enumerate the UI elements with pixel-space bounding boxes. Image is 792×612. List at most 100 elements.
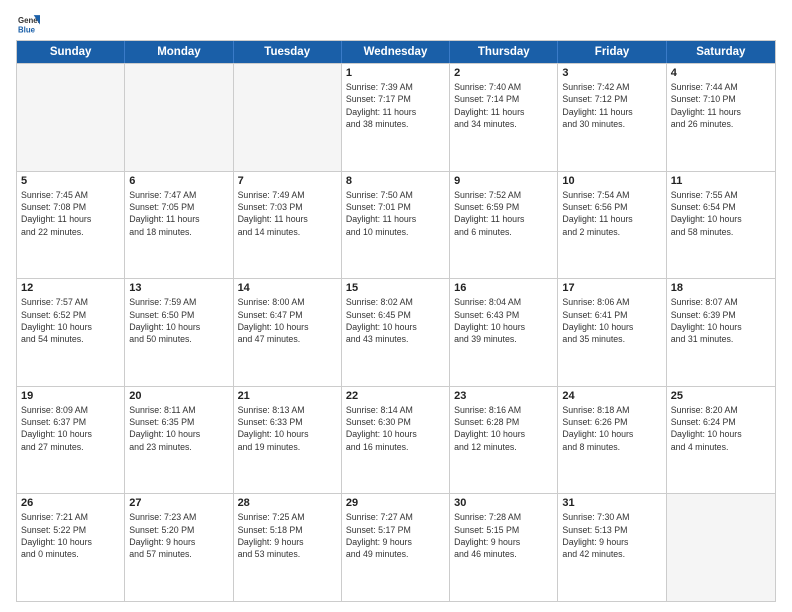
logo-icon: General Blue: [18, 12, 40, 34]
day-info: Sunrise: 7:27 AMSunset: 5:17 PMDaylight:…: [346, 511, 445, 560]
day-number: 20: [129, 390, 228, 402]
day-cell-13: 13Sunrise: 7:59 AMSunset: 6:50 PMDayligh…: [125, 279, 233, 386]
day-number: 8: [346, 175, 445, 187]
week-row-4: 19 Sunrise: 8:09 AMSunset: 6:37 PMDayligh…: [17, 386, 775, 494]
day-number: 5: [21, 175, 120, 187]
day-number: 18: [671, 282, 771, 294]
day-cell-1: 1Sunrise: 7:39 AMSunset: 7:17 PMDaylight…: [342, 64, 450, 171]
day-cell-empty: [667, 494, 775, 601]
day-number: 19: [21, 390, 120, 402]
day-number: 26: [21, 497, 120, 509]
day-cell-22: 22Sunrise: 8:14 AMSunset: 6:30 PMDayligh…: [342, 387, 450, 494]
day-info: Sunrise: 7:25 AMSunset: 5:18 PMDaylight:…: [238, 511, 337, 560]
day-number: 15: [346, 282, 445, 294]
day-cell-8: 8 Sunrise: 7:50 AMSunset: 7:01 PMDaylight…: [342, 172, 450, 279]
day-info: Sunrise: 7:23 AMSunset: 5:20 PMDaylight:…: [129, 511, 228, 560]
day-cell-27: 27 Sunrise: 7:23 AMSunset: 5:20 PMDayligh…: [125, 494, 233, 601]
day-number: 28: [238, 497, 337, 509]
day-cell-empty: [234, 64, 342, 171]
header-day-sunday: Sunday: [17, 41, 125, 63]
day-info: Sunrise: 7:28 AMSunset: 5:15 PMDaylight:…: [454, 511, 553, 560]
day-info: Sunrise: 8:20 AMSunset: 6:24 PMDaylight:…: [671, 404, 771, 453]
day-cell-19: 19 Sunrise: 8:09 AMSunset: 6:37 PMDayligh…: [17, 387, 125, 494]
day-cell-30: 30 Sunrise: 7:28 AMSunset: 5:15 PMDayligh…: [450, 494, 558, 601]
week-row-3: 12 Sunrise: 7:57 AMSunset: 6:52 PMDayligh…: [17, 278, 775, 386]
day-number: 16: [454, 282, 553, 294]
day-cell-10: 10 Sunrise: 7:54 AMSunset: 6:56 PMDayligh…: [558, 172, 666, 279]
day-cell-6: 6Sunrise: 7:47 AMSunset: 7:05 PMDaylight…: [125, 172, 233, 279]
logo: General Blue: [16, 12, 42, 34]
day-number: 24: [562, 390, 661, 402]
day-cell-2: 2 Sunrise: 7:40 AMSunset: 7:14 PMDaylight…: [450, 64, 558, 171]
day-info: Sunrise: 7:47 AMSunset: 7:05 PMDaylight:…: [129, 189, 228, 238]
day-cell-15: 15 Sunrise: 8:02 AMSunset: 6:45 PMDayligh…: [342, 279, 450, 386]
day-cell-11: 11Sunrise: 7:55 AMSunset: 6:54 PMDayligh…: [667, 172, 775, 279]
day-cell-3: 3Sunrise: 7:42 AMSunset: 7:12 PMDaylight…: [558, 64, 666, 171]
header-day-wednesday: Wednesday: [342, 41, 450, 63]
day-number: 1: [346, 67, 445, 79]
day-cell-14: 14 Sunrise: 8:00 AMSunset: 6:47 PMDayligh…: [234, 279, 342, 386]
day-cell-9: 9 Sunrise: 7:52 AMSunset: 6:59 PMDaylight…: [450, 172, 558, 279]
header-day-thursday: Thursday: [450, 41, 558, 63]
header-day-tuesday: Tuesday: [234, 41, 342, 63]
day-info: Sunrise: 7:50 AMSunset: 7:01 PMDaylight:…: [346, 189, 445, 238]
header-day-monday: Monday: [125, 41, 233, 63]
day-info: Sunrise: 8:13 AMSunset: 6:33 PMDaylight:…: [238, 404, 337, 453]
calendar: SundayMondayTuesdayWednesdayThursdayFrid…: [16, 40, 776, 602]
day-number: 25: [671, 390, 771, 402]
day-info: Sunrise: 7:52 AMSunset: 6:59 PMDaylight:…: [454, 189, 553, 238]
day-info: Sunrise: 7:30 AMSunset: 5:13 PMDaylight:…: [562, 511, 661, 560]
day-cell-4: 4 Sunrise: 7:44 AMSunset: 7:10 PMDaylight…: [667, 64, 775, 171]
day-number: 29: [346, 497, 445, 509]
day-cell-26: 26 Sunrise: 7:21 AMSunset: 5:22 PMDayligh…: [17, 494, 125, 601]
day-number: 11: [671, 175, 771, 187]
day-number: 10: [562, 175, 661, 187]
week-row-1: 1Sunrise: 7:39 AMSunset: 7:17 PMDaylight…: [17, 63, 775, 171]
day-info: Sunrise: 8:11 AMSunset: 6:35 PMDaylight:…: [129, 404, 228, 453]
day-number: 7: [238, 175, 337, 187]
day-number: 4: [671, 67, 771, 79]
day-info: Sunrise: 8:07 AMSunset: 6:39 PMDaylight:…: [671, 296, 771, 345]
day-info: Sunrise: 8:06 AMSunset: 6:41 PMDaylight:…: [562, 296, 661, 345]
day-number: 31: [562, 497, 661, 509]
day-cell-empty: [125, 64, 233, 171]
day-cell-29: 29 Sunrise: 7:27 AMSunset: 5:17 PMDayligh…: [342, 494, 450, 601]
day-cell-25: 25 Sunrise: 8:20 AMSunset: 6:24 PMDayligh…: [667, 387, 775, 494]
header-day-friday: Friday: [558, 41, 666, 63]
day-number: 30: [454, 497, 553, 509]
day-cell-18: 18 Sunrise: 8:07 AMSunset: 6:39 PMDayligh…: [667, 279, 775, 386]
day-info: Sunrise: 8:02 AMSunset: 6:45 PMDaylight:…: [346, 296, 445, 345]
day-number: 21: [238, 390, 337, 402]
day-cell-16: 16Sunrise: 8:04 AMSunset: 6:43 PMDayligh…: [450, 279, 558, 386]
day-info: Sunrise: 8:00 AMSunset: 6:47 PMDaylight:…: [238, 296, 337, 345]
day-number: 9: [454, 175, 553, 187]
day-info: Sunrise: 8:09 AMSunset: 6:37 PMDaylight:…: [21, 404, 120, 453]
day-number: 12: [21, 282, 120, 294]
day-number: 14: [238, 282, 337, 294]
day-info: Sunrise: 7:42 AMSunset: 7:12 PMDaylight:…: [562, 81, 661, 130]
day-cell-28: 28 Sunrise: 7:25 AMSunset: 5:18 PMDayligh…: [234, 494, 342, 601]
day-info: Sunrise: 7:57 AMSunset: 6:52 PMDaylight:…: [21, 296, 120, 345]
svg-text:Blue: Blue: [18, 25, 36, 34]
header-day-saturday: Saturday: [667, 41, 775, 63]
day-cell-20: 20 Sunrise: 8:11 AMSunset: 6:35 PMDayligh…: [125, 387, 233, 494]
day-number: 2: [454, 67, 553, 79]
day-info: Sunrise: 7:49 AMSunset: 7:03 PMDaylight:…: [238, 189, 337, 238]
day-info: Sunrise: 7:21 AMSunset: 5:22 PMDaylight:…: [21, 511, 120, 560]
day-cell-17: 17 Sunrise: 8:06 AMSunset: 6:41 PMDayligh…: [558, 279, 666, 386]
header: General Blue: [16, 12, 776, 34]
day-cell-24: 24 Sunrise: 8:18 AMSunset: 6:26 PMDayligh…: [558, 387, 666, 494]
day-info: Sunrise: 7:40 AMSunset: 7:14 PMDaylight:…: [454, 81, 553, 130]
day-info: Sunrise: 7:59 AMSunset: 6:50 PMDaylight:…: [129, 296, 228, 345]
day-number: 27: [129, 497, 228, 509]
day-info: Sunrise: 7:54 AMSunset: 6:56 PMDaylight:…: [562, 189, 661, 238]
day-info: Sunrise: 8:16 AMSunset: 6:28 PMDaylight:…: [454, 404, 553, 453]
day-number: 17: [562, 282, 661, 294]
day-cell-23: 23 Sunrise: 8:16 AMSunset: 6:28 PMDayligh…: [450, 387, 558, 494]
day-info: Sunrise: 8:18 AMSunset: 6:26 PMDaylight:…: [562, 404, 661, 453]
day-number: 22: [346, 390, 445, 402]
day-number: 23: [454, 390, 553, 402]
day-cell-12: 12 Sunrise: 7:57 AMSunset: 6:52 PMDayligh…: [17, 279, 125, 386]
calendar-body: 1Sunrise: 7:39 AMSunset: 7:17 PMDaylight…: [17, 63, 775, 601]
day-info: Sunrise: 7:44 AMSunset: 7:10 PMDaylight:…: [671, 81, 771, 130]
